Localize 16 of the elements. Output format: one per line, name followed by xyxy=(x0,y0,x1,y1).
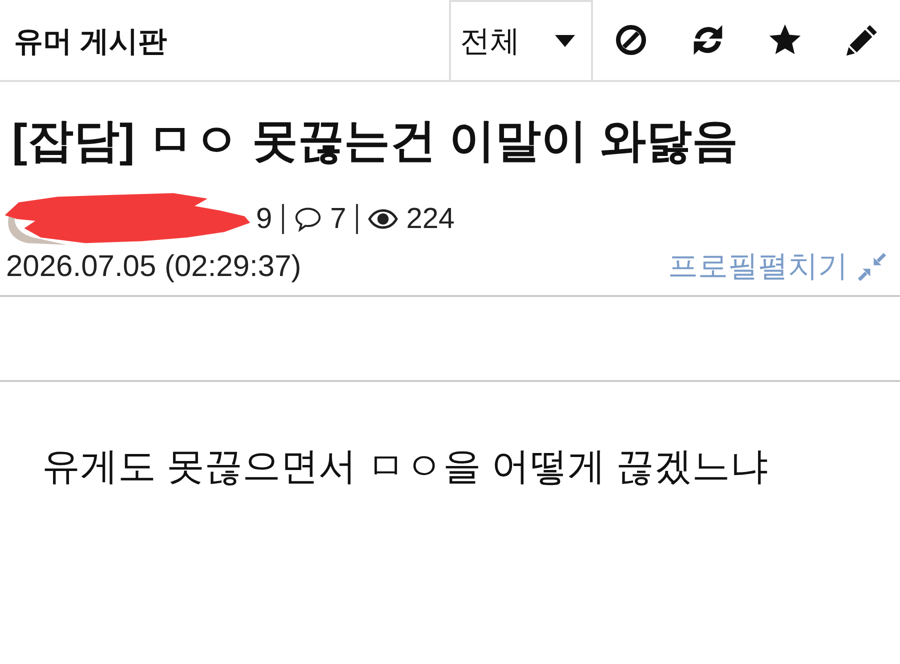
comment-icon xyxy=(294,206,322,232)
pencil-icon[interactable] xyxy=(845,23,879,57)
post-date: 2026.07.05 (02:29:37) xyxy=(6,249,302,285)
view-count: 224 xyxy=(406,202,455,236)
compress-icon xyxy=(858,253,886,281)
recommend-count: 9 xyxy=(256,202,272,236)
post-title: [잡담] ㅁㅇ 못끊는건 이말이 와닳음 xyxy=(12,113,739,167)
board-title: 유머 게시판 xyxy=(14,24,168,60)
filter-dropdown[interactable]: 전체 xyxy=(449,0,593,80)
post-body-text: 유게도 못끊으면서 ㅁㅇ을 어떻게 끊겠느냐 xyxy=(42,445,770,490)
caret-icon xyxy=(555,35,575,47)
comment-count: 7 xyxy=(330,202,346,236)
eye-icon xyxy=(368,209,398,229)
star-icon[interactable] xyxy=(768,23,802,57)
refresh-icon[interactable] xyxy=(691,23,725,57)
block-icon[interactable] xyxy=(614,23,648,57)
